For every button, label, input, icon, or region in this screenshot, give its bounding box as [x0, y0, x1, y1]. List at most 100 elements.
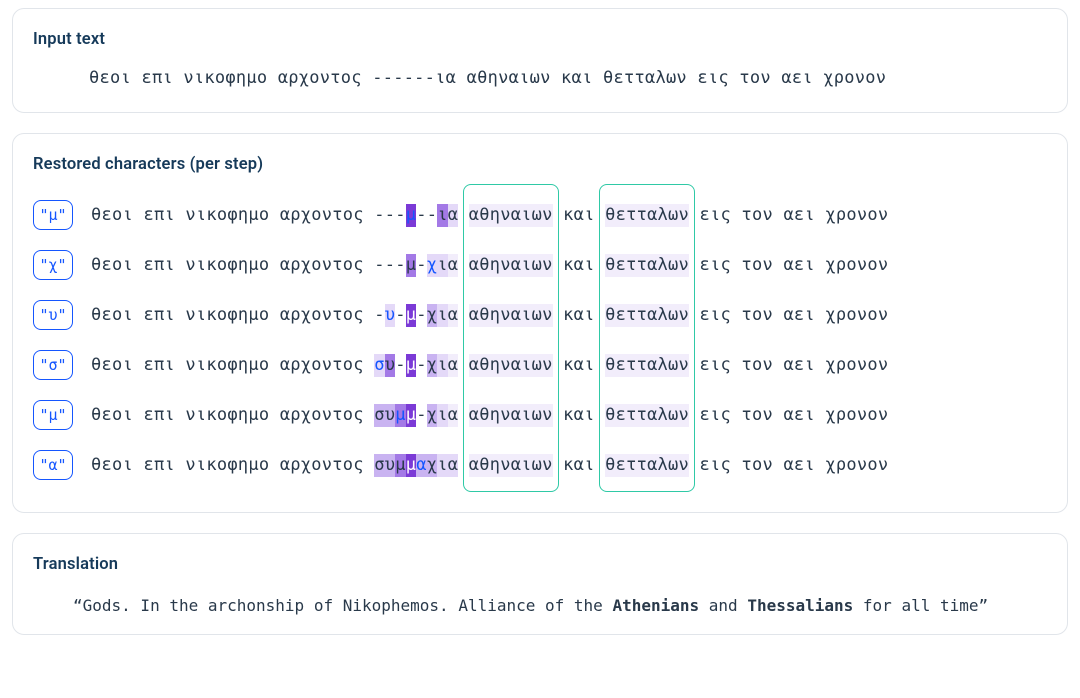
translation-bold-thessalians: Thessalians — [747, 596, 853, 615]
core-char: μ — [406, 204, 417, 227]
step-pill: "α" — [33, 450, 73, 480]
step-suffix: εις τον αει χρονον — [689, 404, 888, 427]
step-pill-label: "μ" — [39, 405, 66, 425]
restored-card: Restored characters (per step) "μ" θεοι ε… — [12, 133, 1068, 513]
step-line: θεοι επι νικοφημο αρχοντος ---μ-χια αθην… — [91, 254, 888, 277]
core-char: σ — [374, 404, 385, 427]
word-and: και — [553, 204, 605, 227]
restored-title: Restored characters (per step) — [33, 150, 1047, 184]
translation-title: Translation — [33, 550, 1047, 584]
core-char: υ — [385, 304, 396, 327]
step-pill-label: "μ" — [39, 205, 66, 225]
word-thessalians: θετταλων — [605, 254, 689, 277]
restored-steps: "μ"θεοι επι νικοφημο αρχοντος ---μ--ια α… — [33, 184, 1047, 492]
step-suffix: εις τον αει χρονον — [689, 304, 888, 327]
page: Input text θεοι επι νικοφημο αρχοντος --… — [0, 0, 1080, 669]
step-pill: "μ" — [33, 400, 73, 430]
word-athenians: αθηναιων — [469, 454, 553, 477]
core-char: υ — [385, 404, 396, 427]
step-pill-label: "α" — [39, 455, 66, 475]
step-pill: "μ" — [33, 200, 73, 230]
core-char: - — [416, 404, 427, 427]
core-char: - — [385, 204, 396, 227]
core-char: χ — [427, 254, 438, 277]
step-row: "υ"θεοι επι νικοφημο αρχοντος -υ-μ-χια α… — [33, 290, 1047, 340]
step-prefix: θεοι επι νικοφημο αρχοντος — [91, 254, 374, 277]
word-athenians: αθηναιων — [469, 404, 553, 427]
word-and: και — [553, 254, 605, 277]
space — [458, 204, 469, 227]
step-row: "χ" θεοι επι νικοφημο αρχοντος ---μ-χια α… — [33, 240, 1047, 290]
space — [458, 254, 469, 277]
core-char: χ — [427, 404, 438, 427]
core-char: - — [395, 204, 406, 227]
core-char: - — [374, 204, 385, 227]
step-pill-label: "υ" — [39, 305, 66, 325]
core-char: - — [416, 204, 427, 227]
core-char: μ — [395, 454, 406, 477]
step-pill: "υ" — [33, 300, 73, 330]
step-row: "σ" θεοι επι νικοφημο αρχοντος συ-μ-χια α… — [33, 340, 1047, 390]
core-char: χ — [427, 304, 438, 327]
core-char: ι — [437, 404, 448, 427]
core-char: χ — [427, 354, 438, 377]
step-pill: "χ" — [33, 250, 73, 280]
core-char: α — [416, 454, 427, 477]
step-prefix: θεοι επι νικοφημο αρχοντος — [91, 304, 374, 327]
core-char: - — [395, 254, 406, 277]
core-char: μ — [406, 254, 417, 277]
core-char: α — [448, 254, 459, 277]
word-thessalians: θετταλων — [605, 354, 689, 377]
input-card: Input text θεοι επι νικοφημο αρχοντος --… — [12, 8, 1068, 113]
step-pill: "σ" — [33, 350, 73, 380]
core-char: - — [395, 304, 406, 327]
core-char: - — [416, 354, 427, 377]
core-char: - — [374, 254, 385, 277]
word-thessalians: θετταλων — [605, 204, 689, 227]
step-row: "μ" θεοι επι νικοφημο αρχοντος ---μ--ια α… — [33, 190, 1047, 240]
step-suffix: εις τον αει χρονον — [689, 454, 888, 477]
core-char: α — [448, 454, 459, 477]
core-char: α — [448, 404, 459, 427]
core-char: ι — [437, 304, 448, 327]
word-and: και — [553, 404, 605, 427]
step-row: "μ" θεοι επι νικοφημο αρχοντος συμμ-χια α… — [33, 390, 1047, 440]
step-line: θεοι επι νικοφημο αρχοντος ---μ--ια αθην… — [91, 204, 888, 227]
translation-segment: “Gods. In the archonship of Nikophemos. … — [73, 596, 612, 615]
word-athenians: αθηναιων — [469, 204, 553, 227]
word-athenians: αθηναιων — [469, 354, 553, 377]
space — [458, 304, 469, 327]
space — [458, 454, 469, 477]
step-line: θεοι επι νικοφημο αρχοντος συμμαχια αθην… — [91, 454, 888, 477]
core-char: μ — [406, 454, 417, 477]
translation-card: Translation “Gods. In the archonship of … — [12, 533, 1068, 635]
core-char: σ — [374, 354, 385, 377]
core-char: ι — [437, 204, 448, 227]
step-suffix: εις τον αει χρονον — [689, 354, 888, 377]
translation-bold-athenians: Athenians — [612, 596, 699, 615]
input-text: θεοι επι νικοφημο αρχοντος ------ια αθην… — [33, 59, 1047, 92]
word-thessalians: θετταλων — [605, 304, 689, 327]
step-pill-label: "σ" — [39, 355, 66, 375]
core-char: α — [448, 204, 459, 227]
step-prefix: θεοι επι νικοφημο αρχοντος — [91, 354, 374, 377]
space — [458, 404, 469, 427]
step-prefix: θεοι επι νικοφημο αρχοντος — [91, 204, 374, 227]
input-title: Input text — [33, 25, 1047, 59]
core-char: ι — [437, 354, 448, 377]
step-line: θεοι επι νικοφημο αρχοντος συμμ-χια αθην… — [91, 404, 888, 427]
translation-text: “Gods. In the archonship of Nikophemos. … — [33, 585, 1047, 621]
core-char: - — [395, 354, 406, 377]
core-char: - — [374, 304, 385, 327]
core-char: σ — [374, 454, 385, 477]
core-char: - — [416, 304, 427, 327]
step-row: "α" θεοι επι νικοφημο αρχοντος συμμαχια α… — [33, 440, 1047, 490]
word-and: και — [553, 454, 605, 477]
core-char: - — [385, 254, 396, 277]
core-char: ι — [437, 254, 448, 277]
core-char: υ — [385, 354, 396, 377]
core-char: ι — [437, 454, 448, 477]
step-line: θεοι επι νικοφημο αρχοντος συ-μ-χια αθην… — [91, 354, 888, 377]
core-char: υ — [385, 454, 396, 477]
word-and: και — [553, 304, 605, 327]
